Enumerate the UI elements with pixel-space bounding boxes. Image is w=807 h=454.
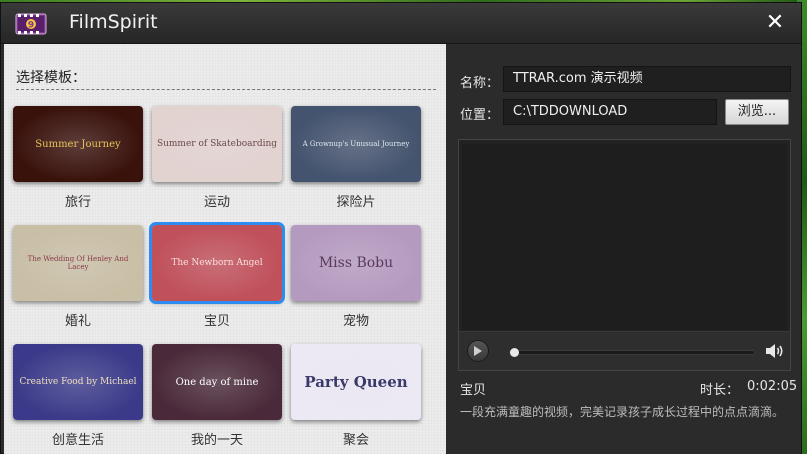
template-thumbnail-title: Summer of Skateboarding [156, 139, 278, 149]
template-tile[interactable]: Miss Bobu 宠物 [289, 225, 423, 329]
section-divider [16, 89, 436, 90]
template-label: 运动 [203, 195, 230, 210]
video-preview [458, 139, 791, 371]
name-label: 名称： [460, 76, 500, 91]
template-label: 婚礼 [64, 314, 91, 329]
seek-handle[interactable] [510, 348, 519, 357]
location-label: 位置： [460, 108, 500, 123]
template-thumbnail[interactable]: The Wedding Of Henley And Lacey [13, 225, 143, 301]
template-label: 我的一天 [190, 433, 243, 448]
play-icon [474, 346, 482, 356]
template-tile[interactable]: Summer Journey 旅行 [11, 106, 145, 210]
template-thumbnail[interactable]: Creative Food by Michael [13, 344, 143, 420]
duration-value: 0:02:05 [747, 379, 798, 394]
template-label: 宠物 [342, 314, 369, 329]
template-thumbnail[interactable]: Miss Bobu [291, 225, 421, 301]
preview-screen [462, 144, 787, 330]
template-thumbnail[interactable]: A Grownup's Unusual Journey [291, 106, 421, 182]
close-icon: ✕ [765, 10, 785, 35]
template-thumbnail-title: A Grownup's Unusual Journey [302, 140, 410, 148]
template-label: 探险片 [336, 195, 376, 210]
template-thumbnail[interactable]: Party Queen [291, 344, 421, 420]
properties-panel: 名称： TTRAR.com 演示视频 位置： C:\TDDOWNLOAD 浏览.… [447, 44, 801, 454]
template-thumbnail-title: Creative Food by Michael [19, 377, 137, 387]
template-thumbnail[interactable]: Summer Journey [13, 106, 143, 182]
template-label: 旅行 [64, 195, 91, 210]
selected-template-name: 宝贝 [460, 383, 487, 398]
template-thumbnail-title: Miss Bobu [318, 255, 394, 271]
template-thumbnail[interactable]: One day of mine [152, 344, 282, 420]
filmspirit-dialog: 9 FilmSpirit ✕ 选择模板： Summer Journey 旅行 Sum… [0, 2, 802, 454]
duration-label: 时长： [700, 383, 740, 398]
template-thumbnail-title: One day of mine [175, 376, 259, 388]
template-tile[interactable]: Summer of Skateboarding 运动 [150, 106, 284, 210]
template-panel: 选择模板： Summer Journey 旅行 Summer of Skateboa… [4, 44, 446, 454]
template-label: 聚会 [342, 433, 369, 448]
template-thumbnail-title: The Newborn Angel [171, 258, 263, 268]
film-clapper-icon: 9 [15, 13, 47, 35]
template-tile[interactable]: A Grownup's Unusual Journey 探险片 [289, 106, 423, 210]
section-label: 选择模板： [16, 70, 86, 86]
player-controls [459, 331, 790, 370]
browse-button[interactable]: 浏览... [725, 99, 789, 125]
location-field[interactable]: C:\TDDOWNLOAD [503, 99, 717, 125]
template-tile[interactable]: One day of mine 我的一天 [150, 344, 284, 448]
template-tile[interactable]: The Newborn Angel 宝贝 [149, 222, 285, 329]
template-tile[interactable]: Creative Food by Michael 创意生活 [11, 344, 145, 448]
template-label: 创意生活 [51, 433, 104, 448]
template-thumbnail-title: The Wedding Of Henley And Lacey [27, 255, 129, 271]
svg-text:9: 9 [28, 21, 34, 31]
template-thumbnail[interactable]: The Newborn Angel [149, 222, 285, 304]
template-tile[interactable]: The Wedding Of Henley And Lacey 婚礼 [11, 225, 145, 329]
template-tile[interactable]: Party Queen 聚会 [289, 344, 423, 448]
template-thumbnail-title: Party Queen [304, 373, 408, 391]
template-label: 宝贝 [203, 314, 230, 329]
app-title: FilmSpirit [69, 11, 158, 33]
title-bar: 9 FilmSpirit ✕ [1, 3, 801, 44]
template-thumbnail-title: Summer Journey [35, 138, 121, 150]
name-field[interactable]: TTRAR.com 演示视频 [503, 66, 791, 92]
close-button[interactable]: ✕ [763, 11, 787, 35]
template-description: 一段充满童趣的视频，完美记录孩子成长过程中的点点滴滴。 [460, 405, 785, 419]
volume-icon[interactable] [765, 342, 785, 360]
template-thumbnail[interactable]: Summer of Skateboarding [152, 106, 282, 182]
seek-bar[interactable] [509, 348, 755, 357]
play-button[interactable] [467, 340, 489, 362]
